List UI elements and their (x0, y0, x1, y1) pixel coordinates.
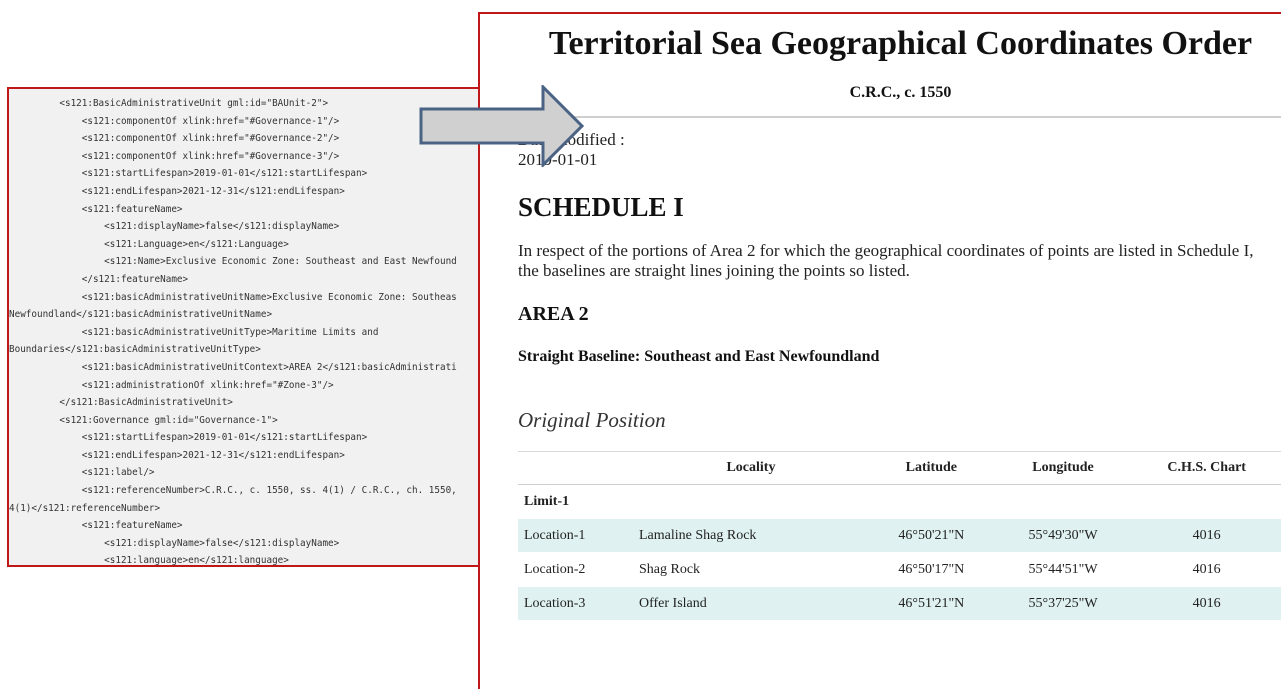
document-title: Territorial Sea Geographical Coordinates… (548, 25, 1253, 62)
xml-line: </s121:featureName> (9, 273, 189, 285)
xml-line: <s121:Language>en</s121:Language> (9, 238, 289, 250)
xml-line: <s121:displayName>false</s121:displayNam… (9, 537, 340, 549)
xml-line: <s121:Name>Exclusive Economic Zone: Sout… (9, 256, 457, 268)
date-modified-value: 2019-01-01 (518, 150, 598, 169)
xml-line: <s121:label/> (9, 467, 155, 479)
xml-line: </s121:BasicAdministrativeUnit> (9, 397, 233, 409)
xml-line: <s121:featureName> (9, 203, 183, 215)
date-modified-label: Date modified : (518, 130, 625, 149)
xml-line: <s121:Governance gml:id="Governance-1"> (9, 414, 278, 426)
cell-chart: 4016 (1130, 586, 1281, 621)
cell-latitude: 46°50'17"N (866, 552, 996, 587)
transform-arrow-icon (419, 85, 585, 167)
xml-line: <s121:featureName> (9, 520, 183, 532)
table-row: Location-2 Shag Rock 46°50'17"N 55°44'51… (518, 552, 1281, 587)
area-heading: AREA 2 (518, 303, 589, 325)
cell-chart: 4016 (1130, 552, 1281, 587)
cell-chart: 4016 (1130, 518, 1281, 553)
header-latitude: Latitude (866, 451, 996, 485)
xml-line: <s121:basicAdministrativeUnitType>Mariti… (9, 326, 379, 338)
xml-line: <s121:basicAdministrativeUnitName>Exclus… (9, 291, 457, 303)
header-longitude: Longitude (995, 451, 1131, 485)
coordinates-table: Locality Latitude Longitude C.H.S. Chart… (518, 451, 1281, 621)
original-position-heading: Original Position (518, 408, 666, 432)
xml-line: <s121:referenceNumber>C.R.C., c. 1550, s… (9, 485, 457, 497)
baseline-heading: Straight Baseline: Southeast and East Ne… (518, 348, 880, 365)
cell-location: Location-1 (518, 518, 635, 553)
header-chart: C.H.S. Chart (1130, 451, 1281, 485)
cell-locality: Offer Island (635, 586, 867, 621)
xml-line: <s121:startLifespan>2019-01-01</s121:sta… (9, 432, 368, 444)
xml-line: <s121:endLifespan>2021-12-31</s121:endLi… (9, 449, 345, 461)
xml-line: <s121:endLifespan>2021-12-31</s121:endLi… (9, 185, 345, 197)
xml-line: <s121:displayName>false</s121:displayNam… (9, 221, 340, 233)
schedule-heading: SCHEDULE I (518, 192, 684, 222)
limit-label: Limit-1 (518, 484, 1281, 519)
cell-location: Location-3 (518, 586, 635, 621)
header-locality: Locality (635, 451, 867, 485)
xml-line: <s121:startLifespan>2019-01-01</s121:sta… (9, 168, 368, 180)
table-row: Location-3 Offer Island 46°51'21"N 55°37… (518, 586, 1281, 621)
xml-line: Boundaries</s121:basicAdministrativeUnit… (9, 344, 261, 356)
rendered-document-panel: Territorial Sea Geographical Coordinates… (478, 12, 1281, 689)
table-row-limit: Limit-1 (518, 484, 1281, 519)
cell-longitude: 55°44'51"W (995, 552, 1131, 587)
cell-longitude: 55°49'30"W (995, 518, 1131, 553)
cell-latitude: 46°51'21"N (866, 586, 996, 621)
xml-line: <s121:basicAdministrativeUnitContext>ARE… (9, 361, 457, 373)
table-header-row: Locality Latitude Longitude C.H.S. Chart (518, 451, 1281, 485)
cell-longitude: 55°37'25"W (995, 586, 1131, 621)
cell-locality: Lamaline Shag Rock (635, 518, 867, 553)
table-row: Location-1 Lamaline Shag Rock 46°50'21"N… (518, 518, 1281, 553)
xml-line: <s121:administrationOf xlink:href="#Zone… (9, 379, 334, 391)
cell-locality: Shag Rock (635, 552, 867, 587)
title-divider (518, 116, 1281, 118)
header-location (518, 451, 635, 485)
cell-location: Location-2 (518, 552, 635, 587)
document-citation: C.R.C., c. 1550 (849, 84, 952, 101)
xml-line: <s121:language>en</s121:language> (9, 555, 289, 567)
xml-line: Newfoundland</s121:basicAdministrativeUn… (9, 309, 273, 321)
xml-line: 4(1)</s121:referenceNumber> (9, 502, 161, 514)
schedule-paragraph: In respect of the portions of Area 2 for… (518, 241, 1254, 280)
cell-latitude: 46°50'21"N (866, 518, 996, 553)
